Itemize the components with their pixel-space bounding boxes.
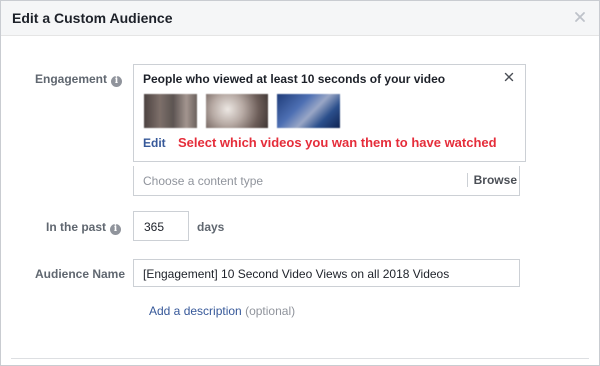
close-icon[interactable] [574, 11, 586, 23]
info-icon[interactable]: i [110, 224, 122, 235]
dialog-title: Edit a Custom Audience [12, 10, 173, 26]
browse-button[interactable]: Browse [474, 173, 517, 187]
audience-name-value: [Engagement] 10 Second Video Views on al… [143, 267, 450, 281]
annotation-text: Select which videos you wan them to have… [178, 135, 497, 150]
days-value: 365 [144, 220, 165, 234]
content-type-placeholder: Choose a content type [143, 174, 264, 188]
description-row: Add a description (optional) [149, 304, 295, 318]
past-label-row: In the past i [46, 220, 122, 235]
audience-name-input[interactable]: [Engagement] 10 Second Video Views on al… [133, 259, 520, 287]
edit-custom-audience-dialog: Edit a Custom Audience Engagement i Peopl… [0, 0, 600, 366]
audience-name-label: Audience Name [35, 267, 126, 281]
video-thumbnail [277, 94, 340, 128]
video-thumbnail [206, 94, 268, 128]
info-icon[interactable]: i [111, 76, 123, 87]
add-description-link[interactable]: Add a description [149, 304, 242, 318]
engagement-label-row: Engagement i [35, 72, 123, 87]
remove-rule-close-icon[interactable] [504, 72, 514, 82]
past-label: In the past [46, 220, 107, 234]
footer-divider [11, 358, 589, 359]
engagement-rule-title: People who viewed at least 10 seconds of… [143, 72, 446, 86]
engagement-label: Engagement [35, 72, 108, 86]
engagement-rule-box: People who viewed at least 10 seconds of… [133, 64, 526, 162]
video-thumbnail [144, 94, 197, 128]
content-type-input[interactable]: Choose a content type Browse [133, 166, 520, 196]
dialog-header: Edit a Custom Audience [1, 1, 599, 36]
days-unit-label: days [197, 220, 225, 234]
edit-videos-link[interactable]: Edit [143, 136, 166, 150]
days-input[interactable]: 365 [133, 211, 189, 241]
optional-hint: (optional) [245, 304, 296, 318]
browse-divider [467, 173, 468, 187]
